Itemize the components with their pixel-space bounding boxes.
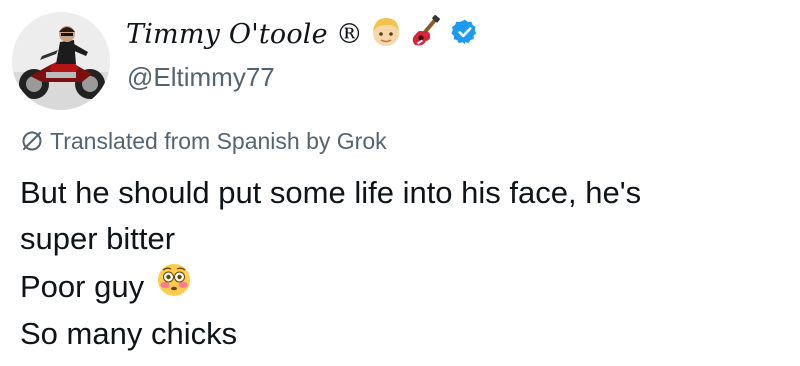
registered-mark: ®	[335, 18, 364, 50]
translation-label: Translated from Spanish by Grok	[50, 127, 387, 154]
tweet-text: But he should put some life into his fac…	[20, 170, 641, 357]
tweet-card: Timmy O'toole ® @Eltimmy77 Translated fr…	[0, 0, 800, 366]
tweet-line-1: But he should put some life into his fac…	[20, 175, 642, 210]
blond-person-emoji-icon	[369, 15, 403, 54]
avatar-photo	[12, 12, 110, 110]
guitar-emoji-icon	[409, 14, 443, 54]
grok-icon	[22, 131, 42, 151]
author-name-row[interactable]: Timmy O'toole ®	[126, 14, 479, 54]
author-handle[interactable]: @Eltimmy77	[127, 62, 275, 93]
tweet-line-2: super bitter	[20, 221, 176, 256]
translation-note: Translated from Spanish by Grok	[20, 126, 387, 156]
avatar[interactable]	[12, 12, 110, 110]
tweet-line-3: Poor guy	[20, 262, 641, 311]
verified-badge-icon[interactable]	[451, 18, 479, 51]
flushed-face-emoji-icon	[156, 262, 192, 311]
display-name[interactable]: Timmy O'toole	[126, 19, 328, 50]
tweet-line-3-text: Poor guy	[20, 268, 145, 304]
tweet-line-4: So many chicks	[20, 316, 238, 351]
